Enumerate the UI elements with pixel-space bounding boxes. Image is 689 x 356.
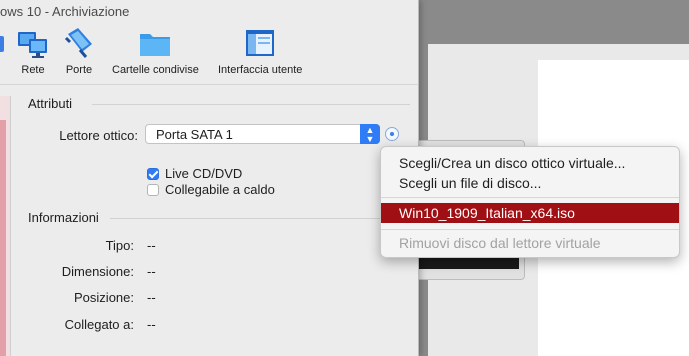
hotplug-checkbox[interactable] bbox=[147, 183, 159, 196]
info-attached-value: -- bbox=[147, 317, 156, 332]
menu-separator bbox=[381, 229, 679, 230]
toolbar-shared-folders[interactable]: Cartelle condivise bbox=[112, 26, 199, 76]
hotplug-checkbox-row[interactable]: Collegabile a caldo bbox=[147, 182, 275, 197]
live-cd-checkbox-row[interactable]: Live CD/DVD bbox=[147, 166, 242, 181]
info-type-value: -- bbox=[147, 238, 156, 253]
info-size-value: -- bbox=[147, 264, 156, 279]
toolbar-label: Porte bbox=[65, 64, 93, 76]
menu-item-label: Scegli un file di disco... bbox=[399, 175, 542, 191]
menu-item-label: Rimuovi disco dal lettore virtuale bbox=[399, 235, 601, 251]
settings-toolbar: Rete Porte Cartelle condivise Interfacci… bbox=[0, 22, 418, 85]
user-interface-icon bbox=[243, 26, 277, 60]
hotplug-label: Collegabile a caldo bbox=[165, 182, 275, 197]
menu-separator bbox=[381, 197, 679, 198]
menu-item-label: Win10_1909_Italian_x64.iso bbox=[399, 205, 575, 221]
toolbar-label: Rete bbox=[21, 64, 45, 76]
info-location-label: Posizione: bbox=[74, 290, 134, 305]
toolbar-label: Interfaccia utente bbox=[218, 64, 303, 76]
info-size-label: Dimensione: bbox=[61, 264, 134, 279]
storage-tree-selection-edge bbox=[0, 120, 6, 356]
storage-settings-dialog: ows 10 - Archiviazione Rete Porte Cartel… bbox=[0, 0, 419, 356]
info-location-value: -- bbox=[147, 290, 156, 305]
menu-item-choose-disk-file[interactable]: Scegli un file di disco... bbox=[381, 173, 679, 193]
toolbar-user-interface[interactable]: Interfaccia utente bbox=[218, 26, 302, 76]
partial-icon bbox=[0, 36, 4, 52]
optical-drive-value: Porta SATA 1 bbox=[156, 127, 233, 142]
menu-item-create-virtual-disc[interactable]: Scegli/Crea un disco ottico virtuale... bbox=[381, 153, 679, 173]
optical-drive-select[interactable]: Porta SATA 1 ▲ ▼ bbox=[145, 124, 380, 144]
toolbar-network[interactable]: Rete bbox=[16, 26, 50, 76]
attributes-section-title: Attributi bbox=[28, 96, 73, 111]
optical-drive-label: Lettore ottico: bbox=[59, 128, 138, 143]
info-type-label: Tipo: bbox=[105, 238, 134, 253]
section-divider bbox=[110, 218, 410, 219]
menu-item-remove-disc[interactable]: Rimuovi disco dal lettore virtuale bbox=[381, 233, 679, 253]
title-bar[interactable]: ows 10 - Archiviazione bbox=[0, 0, 418, 22]
optical-disc-menu: Scegli/Crea un disco ottico virtuale... … bbox=[380, 146, 680, 258]
network-icon bbox=[16, 26, 50, 60]
folder-icon bbox=[138, 26, 172, 60]
disc-icon bbox=[390, 132, 394, 136]
toolbar-ports[interactable]: Porte bbox=[62, 26, 96, 76]
info-attached-label: Collegato a: bbox=[64, 317, 134, 332]
window-title: ows 10 - Archiviazione bbox=[0, 4, 130, 19]
toolbar-label: Cartelle condivise bbox=[112, 64, 199, 76]
optical-disc-menu-button[interactable] bbox=[385, 127, 399, 141]
menu-item-label: Scegli/Crea un disco ottico virtuale... bbox=[399, 155, 626, 171]
live-cd-checkbox[interactable] bbox=[147, 167, 159, 180]
section-divider bbox=[92, 104, 410, 105]
ports-icon bbox=[62, 26, 96, 60]
information-section-title: Informazioni bbox=[28, 210, 99, 225]
chevron-updown-icon[interactable]: ▲ ▼ bbox=[360, 124, 380, 144]
menu-item-iso-file[interactable]: Win10_1909_Italian_x64.iso bbox=[381, 203, 679, 223]
live-cd-label: Live CD/DVD bbox=[165, 166, 243, 181]
